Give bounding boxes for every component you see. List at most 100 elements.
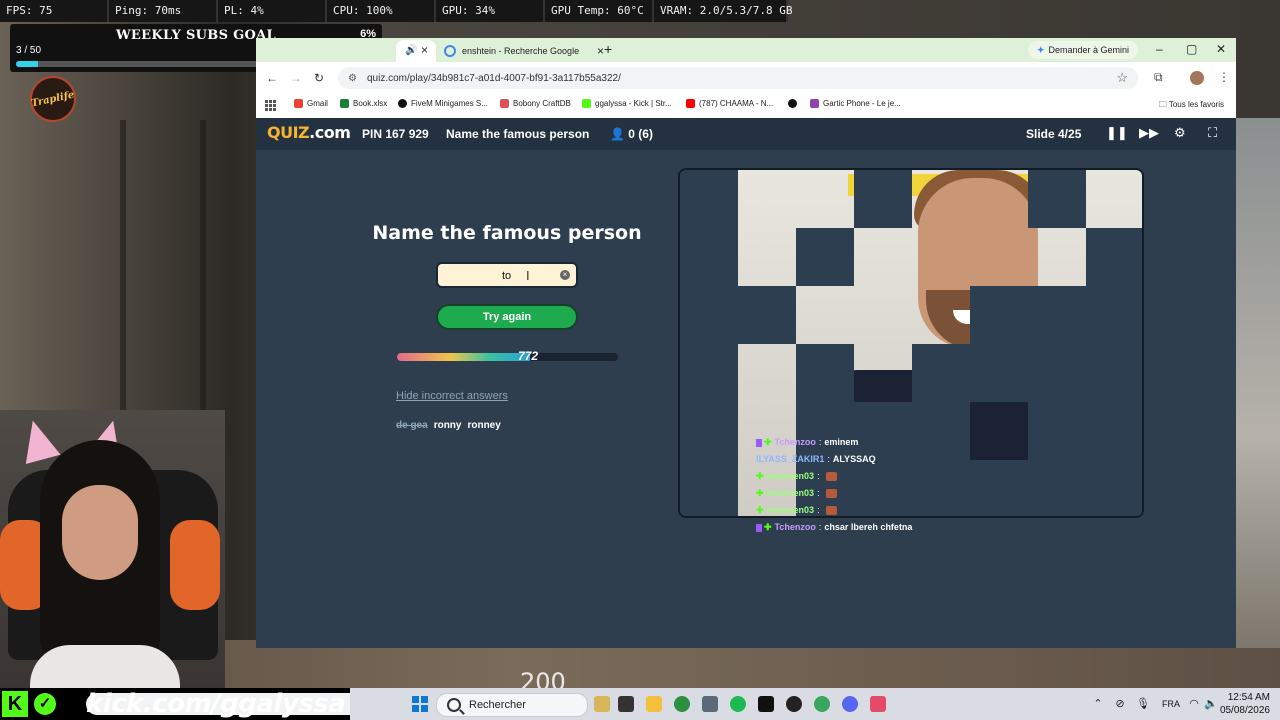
bookmark-fivem[interactable]: FiveM Minigames S... (398, 99, 488, 108)
url-bar[interactable]: ⚙ quiz.com/play/34b981c7-a01d-4007-bf91-… (338, 67, 1138, 89)
tab-google-search[interactable]: enshtein - Recherche Google × (444, 40, 604, 62)
widget-icon[interactable] (594, 696, 610, 712)
chat-message: ✚ Tchenzoo: eminem (756, 434, 912, 451)
hidden-tile (1086, 228, 1142, 286)
terminal-icon[interactable] (758, 696, 774, 712)
chat-badge-icon: ✚ (756, 471, 764, 481)
app-icon[interactable] (870, 696, 886, 712)
verified-check-icon: ✓ (34, 693, 56, 715)
bookmark-gmail[interactable]: Gmail (294, 99, 328, 108)
bookmark-youtube[interactable]: (787) CHAAMA - N... (686, 99, 773, 108)
volume-icon[interactable]: 🔈 (1204, 698, 1218, 710)
quiz-logo[interactable]: QUIZ.com (267, 123, 351, 142)
extensions-icon[interactable]: ⧉ (1154, 70, 1163, 85)
back-button[interactable]: ← (266, 71, 278, 85)
clear-input-icon[interactable]: × (560, 270, 570, 280)
tab-label: enshtein - Recherche Google (462, 46, 580, 56)
forward-button[interactable]: → (290, 71, 302, 85)
chat-username: Tchenzoo (774, 437, 816, 447)
all-bookmarks-folder[interactable]: 🗀 Tous les favoris (1159, 99, 1224, 113)
fullscreen-icon[interactable]: ⛶ (1208, 125, 1217, 141)
hidden-tile (970, 286, 1028, 344)
hidden-tile (1086, 344, 1142, 402)
obs-icon[interactable] (786, 696, 802, 712)
windows-start-icon[interactable] (412, 696, 428, 712)
chat-separator: : (817, 488, 820, 498)
taskbar-search[interactable]: Rechercher (436, 693, 588, 717)
streamer-face (62, 485, 138, 580)
try-again-button[interactable]: Try again (436, 304, 578, 330)
answer-input[interactable]: to I × (436, 262, 578, 288)
search-icon (447, 698, 461, 712)
hidden-tile (738, 286, 796, 344)
quiz-header: QUIZ.com PIN 167 929 Name the famous per… (256, 118, 1236, 150)
packet-loss-stat: PL: 4% (218, 0, 327, 22)
clock[interactable]: 12:54 AM 05/08/2026 (1220, 691, 1270, 717)
menu-kebab-icon[interactable]: ⋮ (1218, 70, 1230, 84)
hidden-tile (912, 460, 970, 516)
language-indicator[interactable]: FRA (1162, 699, 1180, 709)
close-window-button[interactable]: ✕ (1216, 42, 1226, 56)
vram-stat: VRAM: 2.0/5.3/7.8 GB (654, 0, 792, 22)
snipping-tool-icon[interactable] (702, 696, 718, 712)
minimize-button[interactable]: – (1156, 42, 1163, 56)
close-tab-icon[interactable]: × (597, 44, 604, 58)
subs-goal-count: 3 / 50 (16, 45, 42, 56)
wifi-icon[interactable]: ◠ (1188, 698, 1200, 710)
bookmark-gartic[interactable]: Gartic Phone - Le je... (810, 99, 901, 108)
close-tab-icon[interactable]: × (421, 43, 428, 57)
webcam-feed (0, 410, 225, 690)
hide-incorrect-link[interactable]: Hide incorrect answers (396, 390, 508, 402)
bookmark-github[interactable] (788, 99, 801, 108)
question-title: Name the famous person (372, 222, 642, 244)
pause-icon[interactable]: ❚❚ (1106, 125, 1128, 141)
network-off-icon[interactable]: ⊘ (1114, 698, 1126, 710)
speaker-icon[interactable]: 🔊 (405, 45, 417, 56)
profile-avatar[interactable] (1190, 71, 1204, 85)
wrong-answer: de gea (396, 420, 428, 431)
skip-icon[interactable]: ▶▶ (1139, 125, 1159, 141)
bookmark-book-xlsx[interactable]: Book.xlsx (340, 99, 387, 108)
bookmark-bobony[interactable]: Bobony CraftDB (500, 99, 571, 108)
microphone-icon[interactable]: 🎙 (1136, 698, 1150, 710)
settings-gear-icon[interactable]: ⚙ (1174, 125, 1186, 141)
chat-message: ✚ moomen03: (756, 485, 912, 502)
hidden-tile (970, 344, 1028, 402)
gpu-temp-stat: GPU Temp: 60°C (545, 0, 654, 22)
tray-chevron-icon[interactable]: ⌃ (1092, 698, 1104, 710)
chat-message: ILYASS_ZAKIR1: ALYSSAQ (756, 451, 912, 468)
bookmark-star-icon[interactable]: ☆ (1116, 70, 1128, 86)
bookmark-kick[interactable]: ggalyssa - Kick | Str... (582, 99, 672, 108)
quiz-stage: Name the famous person to I × Try again … (256, 150, 1236, 648)
tab-active-quiz[interactable]: 🔊 × (396, 40, 436, 62)
player-count: 👤 0 (6) (610, 127, 653, 141)
hidden-tile (1028, 170, 1086, 228)
clock-time: 12:54 AM (1227, 692, 1270, 703)
task-view-icon[interactable] (618, 696, 634, 712)
hidden-tile (1028, 460, 1086, 516)
background-wall (1236, 118, 1280, 648)
wrong-answers-list: de gea ronny ronney (396, 420, 501, 431)
apps-grid-icon[interactable] (265, 100, 276, 111)
chat-text: ALYSSAQ (832, 454, 876, 464)
hidden-tile (970, 460, 1028, 516)
chat-message: ✚ moomen03: (756, 502, 912, 519)
hidden-tile (912, 344, 970, 402)
discord-icon[interactable] (842, 696, 858, 712)
chat-badge-icon: ✚ (764, 437, 772, 447)
chrome-icon[interactable] (674, 696, 690, 712)
reload-button[interactable]: ↻ (314, 71, 324, 85)
chat-username: moomen03 (766, 471, 815, 481)
spotify-icon[interactable] (730, 696, 746, 712)
new-tab-button[interactable]: + (604, 41, 612, 57)
ask-gemini-button[interactable]: ✦ Demander à Gemini (1028, 41, 1138, 59)
subs-goal-fill (16, 61, 38, 67)
answer-value: to (502, 270, 512, 282)
chrome-profile-icon[interactable] (814, 696, 830, 712)
cat-ear-headphone (15, 416, 61, 464)
maximize-button[interactable]: ▢ (1186, 42, 1197, 56)
hidden-tile (1028, 402, 1086, 460)
tab-strip: 🔊 × enshtein - Recherche Google × + ✦ Dem… (256, 38, 1236, 62)
file-explorer-icon[interactable] (646, 696, 662, 712)
site-info-icon[interactable]: ⚙ (348, 73, 357, 84)
